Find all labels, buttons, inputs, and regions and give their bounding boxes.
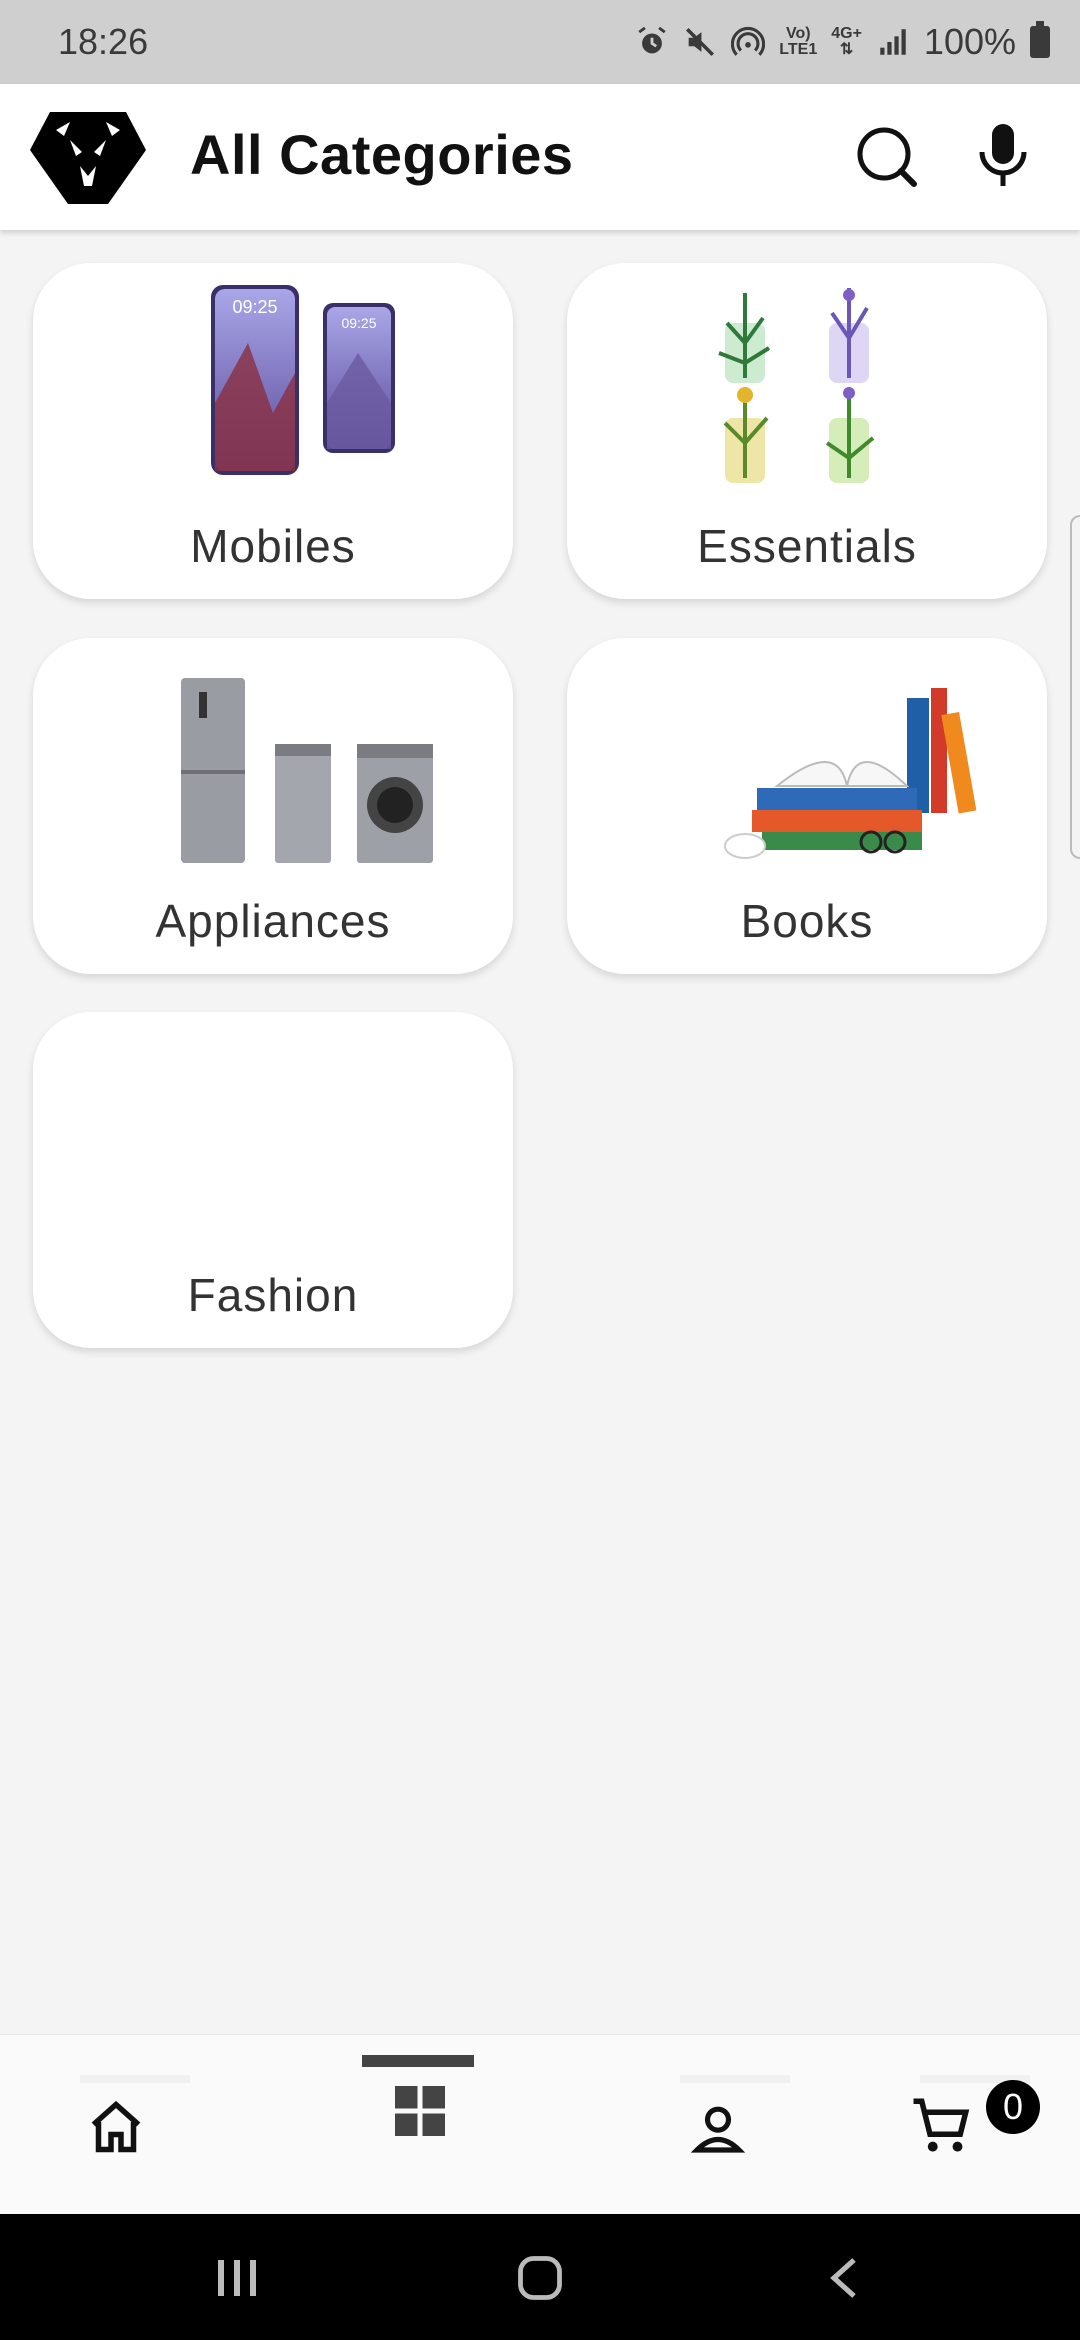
status-icons: Vo) LTE1 4G+ ⇅ 100% [635, 21, 1050, 63]
mute-icon [686, 27, 715, 57]
nav-cart[interactable] [900, 2035, 1060, 2215]
nav-indicator [80, 2075, 190, 2083]
category-card-mobiles[interactable]: 09:25 09:25 Mobiles [33, 263, 513, 599]
category-label: Mobiles [190, 520, 356, 572]
nav-indicator-active [362, 2055, 474, 2067]
category-card-books[interactable]: Books [567, 638, 1047, 974]
svg-text:09:25: 09:25 [341, 315, 376, 331]
nav-indicator [680, 2075, 790, 2083]
categories-icon [395, 2086, 445, 2136]
hotspot-icon [731, 26, 766, 56]
category-label: Appliances [155, 895, 391, 947]
lion-logo-icon[interactable] [30, 110, 146, 204]
page-title: All Categories [190, 123, 574, 186]
alarm-icon [638, 26, 666, 54]
status-time: 18:26 [58, 21, 149, 62]
status-bar: 18:26 Vo) LTE1 4G+ ⇅ 100% [0, 0, 1080, 84]
fashion-image [73, 1032, 473, 1242]
cart-count-badge: 0 [986, 2080, 1040, 2134]
recent-apps-icon[interactable] [214, 2256, 262, 2300]
account-icon [690, 2106, 746, 2153]
nav-categories[interactable] [362, 2035, 522, 2215]
appliances-image [181, 678, 433, 863]
battery-icon [1030, 21, 1050, 58]
svg-text:09:25: 09:25 [232, 297, 277, 317]
category-card-essentials[interactable]: Essentials [567, 263, 1047, 599]
bottom-nav [0, 2034, 1080, 2215]
home-button-icon[interactable] [514, 2252, 566, 2304]
mobiles-image: 09:25 09:25 [211, 285, 395, 475]
category-card-fashion[interactable]: Fashion [33, 1012, 513, 1348]
essentials-image [718, 288, 875, 483]
volte-indicator: Vo) LTE1 [779, 25, 818, 58]
system-nav-bar [0, 2214, 1080, 2340]
scrollbar[interactable] [1070, 515, 1080, 859]
search-icon[interactable] [852, 122, 922, 192]
app-bar: All Categories [0, 84, 1080, 230]
category-label: Fashion [187, 1269, 359, 1321]
mic-icon[interactable] [968, 120, 1038, 192]
battery-percent: 100% [923, 21, 1016, 62]
nav-home[interactable] [60, 2035, 220, 2215]
category-label: Essentials [697, 520, 917, 572]
back-icon[interactable] [824, 2254, 864, 2302]
signal-icon [880, 29, 906, 55]
cart-icon [913, 2098, 970, 2152]
home-icon [91, 2100, 141, 2153]
category-card-appliances[interactable]: Appliances [33, 638, 513, 974]
data-indicator: 4G+ ⇅ [831, 25, 862, 58]
category-label: Books [740, 895, 874, 947]
nav-account[interactable] [660, 2035, 820, 2215]
books-image [724, 688, 977, 859]
